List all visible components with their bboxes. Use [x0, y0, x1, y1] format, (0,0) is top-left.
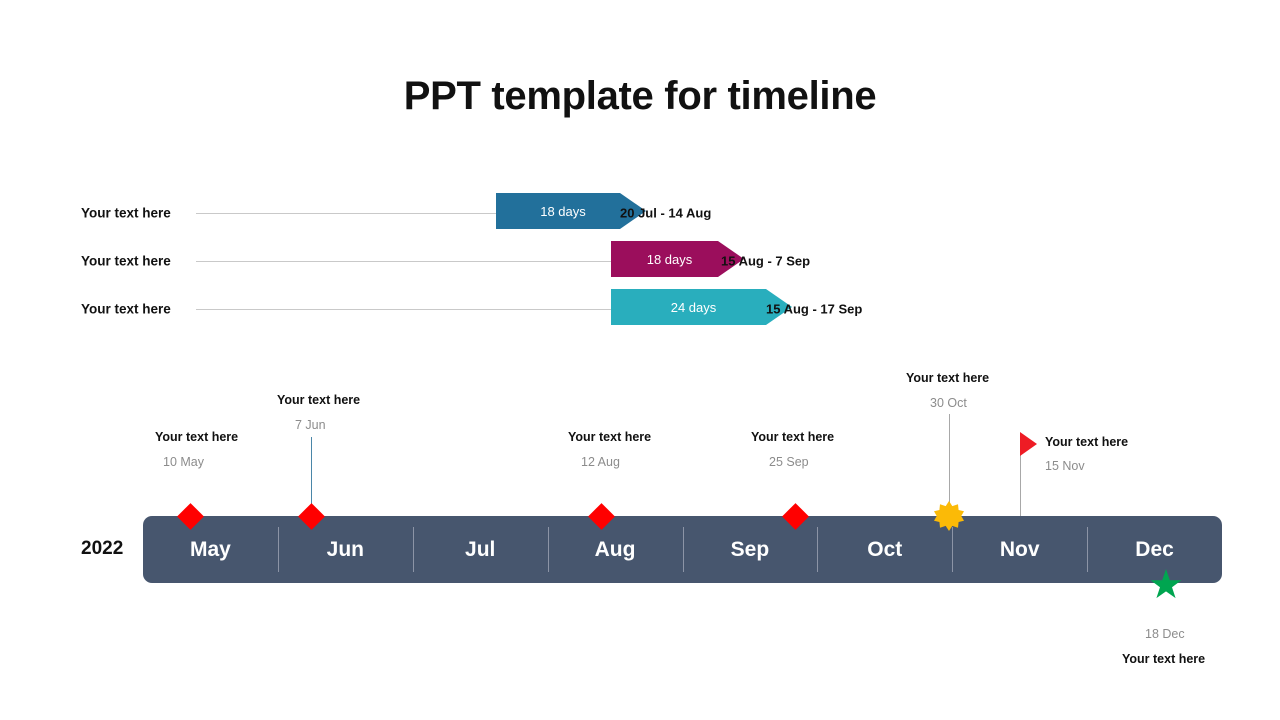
- gantt-date-range: 20 Jul - 14 Aug: [620, 205, 712, 221]
- gantt-date-range: 15 Aug - 17 Sep: [766, 301, 863, 317]
- milestone-date: 18 Dec: [1145, 627, 1185, 641]
- month-cell-jul[interactable]: Jul: [412, 516, 548, 583]
- gantt-leader-line: [196, 213, 496, 214]
- milestone-title: Your text here: [1122, 652, 1206, 666]
- gantt-bar[interactable]: 24 days: [611, 289, 792, 325]
- month-cell-nov[interactable]: Nov: [952, 516, 1087, 583]
- gantt-row-label: Your text here: [81, 253, 171, 269]
- milestone-date: 10 May: [163, 455, 204, 469]
- month-axis-bar: May Jun Jul Aug Sep Oct Nov Dec: [143, 516, 1222, 583]
- milestone-date: 15 Nov: [1045, 459, 1085, 473]
- milestone-title: Your text here: [277, 393, 361, 407]
- gantt-row: Your text here 18 days 20 Jul - 14 Aug: [0, 193, 1280, 233]
- gantt-row: Your text here 24 days 15 Aug - 17 Sep: [0, 289, 1280, 329]
- milestone-date: 12 Aug: [581, 455, 620, 469]
- month-cell-aug[interactable]: Aug: [547, 516, 683, 583]
- milestone-date: 25 Sep: [769, 455, 809, 469]
- gantt-row: Your text here 18 days 15 Aug - 7 Sep: [0, 241, 1280, 281]
- gantt-duration-label: 18 days: [646, 251, 693, 267]
- month-cell-may[interactable]: May: [143, 516, 278, 583]
- gantt-leader-line: [196, 261, 611, 262]
- gantt-row-label: Your text here: [81, 301, 171, 317]
- year-label: 2022: [81, 538, 124, 559]
- milestone-title: Your text here: [751, 430, 835, 444]
- milestone-title: Your text here: [155, 430, 239, 444]
- milestone-title: Your text here: [568, 430, 652, 444]
- timeline-slide: PPT template for timeline Your text here…: [0, 0, 1280, 720]
- milestone-date: 7 Jun: [295, 418, 326, 432]
- gantt-row-label: Your text here: [81, 205, 171, 221]
- month-cell-jun[interactable]: Jun: [277, 516, 413, 583]
- milestone-date: 30 Oct: [930, 396, 967, 410]
- gantt-duration-label: 24 days: [670, 299, 717, 315]
- page-title: PPT template for timeline: [403, 74, 877, 118]
- month-cell-dec[interactable]: Dec: [1087, 516, 1222, 583]
- milestone-title: Your text here: [906, 371, 990, 385]
- milestone-stem: [949, 414, 950, 516]
- gantt-date-range: 15 Aug - 7 Sep: [721, 253, 811, 269]
- gantt-leader-line: [196, 309, 611, 310]
- flag-marker-icon[interactable]: [1020, 432, 1037, 456]
- gantt-duration-label: 18 days: [540, 203, 586, 219]
- milestone-title: Your text here: [1045, 435, 1129, 449]
- month-cell-oct[interactable]: Oct: [817, 516, 952, 583]
